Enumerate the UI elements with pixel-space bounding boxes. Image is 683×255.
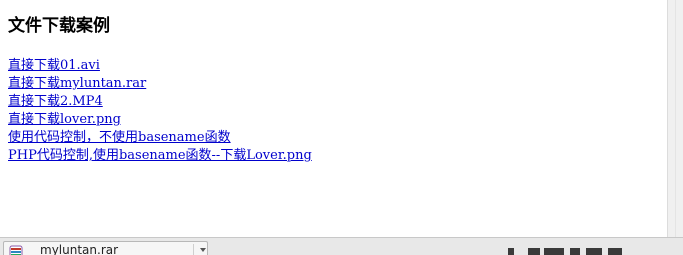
download-link-mp4[interactable]: 直接下载2.MP4 xyxy=(8,93,312,111)
download-link-php-basename[interactable]: PHP代码控制,使用basename函数--下载Lover.png xyxy=(8,147,312,165)
download-link-list: 直接下载01.avi 直接下载myluntan.rar 直接下载2.MP4 直接… xyxy=(8,57,312,165)
vertical-scrollbar[interactable] xyxy=(667,0,683,237)
download-link-code-no-basename[interactable]: 使用代码控制，不使用basename函数 xyxy=(8,129,312,147)
rar-archive-icon xyxy=(9,245,23,255)
page-content: 文件下载案例 直接下载01.avi 直接下载myluntan.rar 直接下载2… xyxy=(0,0,667,237)
download-link-png[interactable]: 直接下载lover.png xyxy=(8,111,312,129)
download-bar-right-controls[interactable] xyxy=(508,246,628,255)
scrollbar-track xyxy=(675,0,676,237)
page-title: 文件下载案例 xyxy=(8,16,110,36)
chevron-down-icon[interactable] xyxy=(200,248,206,252)
download-link-rar[interactable]: 直接下载myluntan.rar xyxy=(8,75,312,93)
download-file-name: myluntan.rar xyxy=(40,243,119,255)
download-link-avi[interactable]: 直接下载01.avi xyxy=(8,57,312,75)
download-item[interactable]: myluntan.rar xyxy=(3,241,208,255)
item-divider xyxy=(193,244,194,255)
download-shelf: myluntan.rar xyxy=(0,237,683,255)
